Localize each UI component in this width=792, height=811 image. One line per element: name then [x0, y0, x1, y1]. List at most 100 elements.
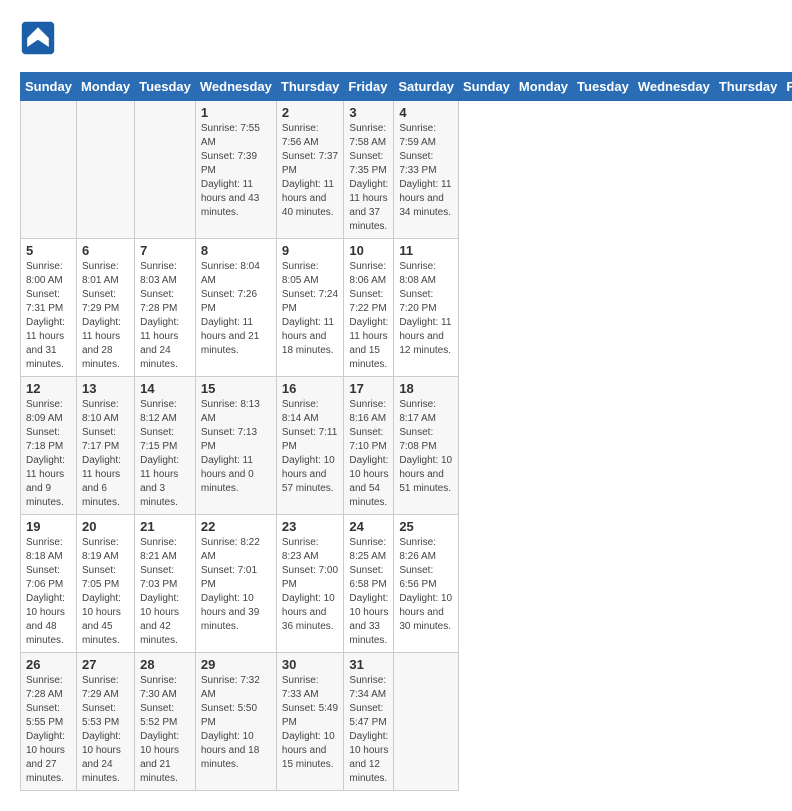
day-info: Sunrise: 8:05 AM Sunset: 7:24 PM Dayligh… [282, 260, 339, 358]
day-info: Sunrise: 7:56 AM Sunset: 7:37 PM Dayligh… [282, 122, 339, 220]
day-number: 14 [140, 381, 190, 396]
day-number: 9 [282, 243, 339, 258]
day-info: Sunrise: 8:22 AM Sunset: 7:01 PM Dayligh… [201, 536, 271, 634]
calendar-cell: 28 Sunrise: 7:30 AM Sunset: 5:52 PM Dayli… [135, 653, 196, 791]
col-header-friday: Friday [782, 73, 792, 101]
day-info: Sunrise: 8:25 AM Sunset: 6:58 PM Dayligh… [349, 536, 388, 648]
calendar-cell: 21Sunrise: 8:21 AM Sunset: 7:03 PM Dayli… [135, 515, 196, 653]
day-number: 20 [82, 519, 129, 534]
day-info: Sunrise: 8:01 AM Sunset: 7:29 PM Dayligh… [82, 260, 129, 372]
day-info: Sunrise: 8:03 AM Sunset: 7:28 PM Dayligh… [140, 260, 190, 372]
calendar-cell: 2 Sunrise: 7:56 AM Sunset: 7:37 PM Daylig… [276, 101, 344, 239]
calendar-cell: 7Sunrise: 8:03 AM Sunset: 7:28 PM Daylig… [135, 239, 196, 377]
day-info: Sunrise: 8:26 AM Sunset: 6:56 PM Dayligh… [399, 536, 453, 634]
day-info: Sunrise: 8:18 AM Sunset: 7:06 PM Dayligh… [26, 536, 71, 648]
day-number: 16 [282, 381, 339, 396]
day-number: 31 [349, 657, 388, 672]
day-number: 23 [282, 519, 339, 534]
day-number: 10 [349, 243, 388, 258]
calendar-week-row: 26 Sunrise: 7:28 AM Sunset: 5:55 PM Dayli… [21, 653, 792, 791]
calendar-cell: 19 Sunrise: 8:18 AM Sunset: 7:06 PM Dayli… [21, 515, 77, 653]
day-number: 17 [349, 381, 388, 396]
day-info: Sunrise: 8:13 AM Sunset: 7:13 PM Dayligh… [201, 398, 271, 496]
day-info: Sunrise: 7:59 AM Sunset: 7:33 PM Dayligh… [399, 122, 453, 220]
calendar-cell [135, 101, 196, 239]
calendar-cell: 17 Sunrise: 8:16 AM Sunset: 7:10 PM Dayli… [344, 377, 394, 515]
day-info: Sunrise: 7:58 AM Sunset: 7:35 PM Dayligh… [349, 122, 388, 234]
calendar-cell: 12 Sunrise: 8:09 AM Sunset: 7:18 PM Dayli… [21, 377, 77, 515]
day-number: 24 [349, 519, 388, 534]
calendar-cell: 24 Sunrise: 8:25 AM Sunset: 6:58 PM Dayli… [344, 515, 394, 653]
day-number: 5 [26, 243, 71, 258]
day-number: 19 [26, 519, 71, 534]
col-header-tuesday: Tuesday [573, 73, 634, 101]
col-header-monday: Monday [76, 73, 134, 101]
col-header-monday: Monday [514, 73, 572, 101]
logo-icon [20, 20, 56, 56]
day-number: 25 [399, 519, 453, 534]
day-number: 21 [140, 519, 190, 534]
day-number: 3 [349, 105, 388, 120]
day-number: 18 [399, 381, 453, 396]
day-number: 26 [26, 657, 71, 672]
day-info: Sunrise: 8:10 AM Sunset: 7:17 PM Dayligh… [82, 398, 129, 510]
calendar-cell: 20 Sunrise: 8:19 AM Sunset: 7:05 PM Dayli… [76, 515, 134, 653]
day-number: 22 [201, 519, 271, 534]
logo [20, 20, 60, 56]
calendar-cell: 22 Sunrise: 8:22 AM Sunset: 7:01 PM Dayli… [195, 515, 276, 653]
calendar-cell: 10 Sunrise: 8:06 AM Sunset: 7:22 PM Dayli… [344, 239, 394, 377]
col-header-thursday: Thursday [714, 73, 782, 101]
day-number: 4 [399, 105, 453, 120]
calendar-cell: 6 Sunrise: 8:01 AM Sunset: 7:29 PM Daylig… [76, 239, 134, 377]
calendar-cell: 3 Sunrise: 7:58 AM Sunset: 7:35 PM Daylig… [344, 101, 394, 239]
day-info: Sunrise: 8:14 AM Sunset: 7:11 PM Dayligh… [282, 398, 339, 496]
day-info: Sunrise: 7:55 AM Sunset: 7:39 PM Dayligh… [201, 122, 271, 220]
calendar-week-row: 19 Sunrise: 8:18 AM Sunset: 7:06 PM Dayli… [21, 515, 792, 653]
calendar-header-row: SundayMondayTuesdayWednesdayThursdayFrid… [21, 73, 792, 101]
calendar-cell: 30Sunrise: 7:33 AM Sunset: 5:49 PM Dayli… [276, 653, 344, 791]
col-header-friday: Friday [344, 73, 394, 101]
calendar-cell: 4 Sunrise: 7:59 AM Sunset: 7:33 PM Daylig… [394, 101, 459, 239]
calendar-cell [76, 101, 134, 239]
day-info: Sunrise: 7:32 AM Sunset: 5:50 PM Dayligh… [201, 674, 271, 772]
day-number: 11 [399, 243, 453, 258]
calendar-cell: 18 Sunrise: 8:17 AM Sunset: 7:08 PM Dayli… [394, 377, 459, 515]
calendar-cell: 1Sunrise: 7:55 AM Sunset: 7:39 PM Daylig… [195, 101, 276, 239]
calendar-cell: 31 Sunrise: 7:34 AM Sunset: 5:47 PM Dayli… [344, 653, 394, 791]
day-number: 15 [201, 381, 271, 396]
day-number: 30 [282, 657, 339, 672]
day-info: Sunrise: 7:34 AM Sunset: 5:47 PM Dayligh… [349, 674, 388, 786]
calendar-cell: 15 Sunrise: 8:13 AM Sunset: 7:13 PM Dayli… [195, 377, 276, 515]
calendar-cell: 9 Sunrise: 8:05 AM Sunset: 7:24 PM Daylig… [276, 239, 344, 377]
day-info: Sunrise: 8:04 AM Sunset: 7:26 PM Dayligh… [201, 260, 271, 358]
day-info: Sunrise: 8:06 AM Sunset: 7:22 PM Dayligh… [349, 260, 388, 372]
day-info: Sunrise: 7:30 AM Sunset: 5:52 PM Dayligh… [140, 674, 190, 786]
calendar-cell: 16 Sunrise: 8:14 AM Sunset: 7:11 PM Dayli… [276, 377, 344, 515]
day-number: 12 [26, 381, 71, 396]
day-info: Sunrise: 8:09 AM Sunset: 7:18 PM Dayligh… [26, 398, 71, 510]
day-info: Sunrise: 8:16 AM Sunset: 7:10 PM Dayligh… [349, 398, 388, 510]
day-number: 28 [140, 657, 190, 672]
day-number: 2 [282, 105, 339, 120]
day-info: Sunrise: 7:28 AM Sunset: 5:55 PM Dayligh… [26, 674, 71, 786]
day-info: Sunrise: 8:12 AM Sunset: 7:15 PM Dayligh… [140, 398, 190, 510]
day-info: Sunrise: 8:17 AM Sunset: 7:08 PM Dayligh… [399, 398, 453, 496]
day-info: Sunrise: 8:19 AM Sunset: 7:05 PM Dayligh… [82, 536, 129, 648]
day-number: 8 [201, 243, 271, 258]
calendar-week-row: 5Sunrise: 8:00 AM Sunset: 7:31 PM Daylig… [21, 239, 792, 377]
col-header-sunday: Sunday [21, 73, 77, 101]
calendar-cell: 13 Sunrise: 8:10 AM Sunset: 7:17 PM Dayli… [76, 377, 134, 515]
day-info: Sunrise: 7:29 AM Sunset: 5:53 PM Dayligh… [82, 674, 129, 786]
col-header-wednesday: Wednesday [195, 73, 276, 101]
calendar-cell: 23Sunrise: 8:23 AM Sunset: 7:00 PM Dayli… [276, 515, 344, 653]
day-number: 6 [82, 243, 129, 258]
day-number: 13 [82, 381, 129, 396]
col-header-wednesday: Wednesday [633, 73, 714, 101]
calendar-week-row: 12 Sunrise: 8:09 AM Sunset: 7:18 PM Dayli… [21, 377, 792, 515]
col-header-saturday: Saturday [394, 73, 459, 101]
calendar-cell: 14 Sunrise: 8:12 AM Sunset: 7:15 PM Dayli… [135, 377, 196, 515]
day-info: Sunrise: 8:08 AM Sunset: 7:20 PM Dayligh… [399, 260, 453, 358]
col-header-thursday: Thursday [276, 73, 344, 101]
calendar-week-row: 1Sunrise: 7:55 AM Sunset: 7:39 PM Daylig… [21, 101, 792, 239]
calendar-cell: 26 Sunrise: 7:28 AM Sunset: 5:55 PM Dayli… [21, 653, 77, 791]
